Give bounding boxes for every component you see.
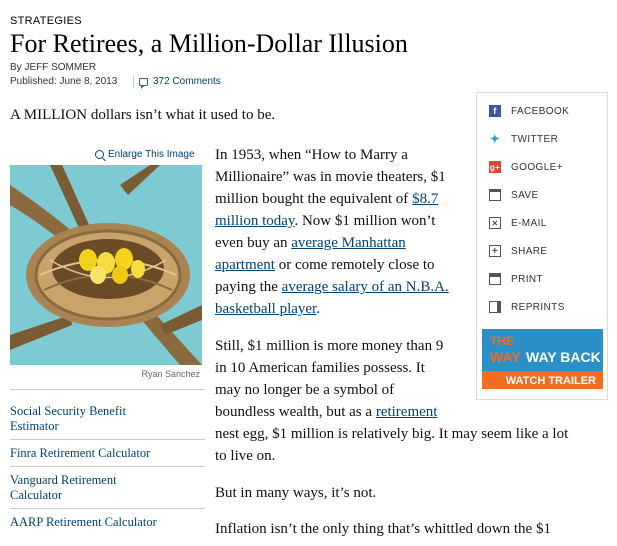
share-save[interactable]: SAVE xyxy=(489,189,539,201)
plus-box-icon: + xyxy=(489,245,501,257)
share-email[interactable]: ✕ E-MAIL xyxy=(489,217,547,229)
related-link-aarp[interactable]: AARP Retirement Calculator xyxy=(10,515,157,530)
body-line: may no longer be a symbol of xyxy=(215,382,395,398)
body-line: to live on. xyxy=(215,448,276,464)
body-text: even buy an xyxy=(215,235,292,251)
body-text: or come remotely close to xyxy=(274,257,435,273)
share-label[interactable]: SAVE xyxy=(511,190,539,201)
share-facebook[interactable]: f FACEBOOK xyxy=(489,105,569,117)
body-line: million bought the equivalent of $8.7 xyxy=(215,188,438,210)
article-photo-nest[interactable] xyxy=(10,165,202,365)
related-link-line[interactable]: Estimator xyxy=(10,419,126,434)
folder-icon xyxy=(489,189,501,201)
twitter-icon: ✦ xyxy=(489,132,501,146)
related-link-finra[interactable]: Finra Retirement Calculator xyxy=(10,446,150,461)
related-link-line[interactable]: Finra Retirement Calculator xyxy=(10,446,150,461)
share-label[interactable]: GOOGLE+ xyxy=(511,162,563,173)
magnifier-icon xyxy=(95,150,104,159)
divider xyxy=(133,76,134,88)
inflation-link[interactable]: $8.7 xyxy=(412,191,438,207)
comments-count[interactable]: 372 Comments xyxy=(153,76,221,87)
body-line: apartment or come remotely close to xyxy=(215,254,435,276)
ad-cta[interactable]: WATCH TRAILER xyxy=(506,375,596,387)
body-line: paying the average salary of an N.B.A. xyxy=(215,276,449,298)
enlarge-image-link[interactable]: Enlarge This Image xyxy=(95,149,195,160)
section-kicker[interactable]: STRATEGIES xyxy=(10,15,82,27)
retirement-link[interactable]: retirement xyxy=(376,404,438,420)
share-label[interactable]: PRINT xyxy=(511,274,543,285)
share-label[interactable]: E-MAIL xyxy=(511,218,547,229)
share-twitter[interactable]: ✦ TWITTER xyxy=(489,132,558,146)
body-text: . xyxy=(316,301,320,317)
related-link-line[interactable]: AARP Retirement Calculator xyxy=(10,515,157,530)
body-line: boundless wealth, but as a retirement xyxy=(215,401,437,423)
body-line: Still, $1 million is more money than 9 xyxy=(215,338,444,354)
enlarge-label[interactable]: Enlarge This Image xyxy=(108,149,195,160)
related-divider xyxy=(10,508,205,509)
printer-icon xyxy=(489,273,501,285)
body-line: nest egg, $1 million is relatively big. … xyxy=(215,426,569,442)
related-link-line[interactable]: Calculator xyxy=(10,488,117,503)
reprints-icon xyxy=(489,301,501,313)
body-text: . Now $1 million won’t xyxy=(294,213,436,229)
share-print[interactable]: PRINT xyxy=(489,273,543,285)
envelope-icon: ✕ xyxy=(489,217,501,229)
body-text: boundless wealth, but as a xyxy=(215,404,376,420)
body-line: basketball player. xyxy=(215,298,320,320)
share-reprints[interactable]: REPRINTS xyxy=(489,301,565,313)
inflation-link[interactable]: million today xyxy=(215,213,294,229)
share-label[interactable]: FACEBOOK xyxy=(511,106,569,117)
related-link-line[interactable]: Social Security Benefit xyxy=(10,404,126,419)
comment-icon xyxy=(139,77,148,89)
related-link-social-security[interactable]: Social Security Benefit Estimator xyxy=(10,404,126,434)
nba-salary-link[interactable]: average salary of an N.B.A. xyxy=(282,279,449,295)
body-line: Inflation isn’t the only thing that’s wh… xyxy=(215,521,551,537)
related-link-vanguard[interactable]: Vanguard Retirement Calculator xyxy=(10,473,117,503)
related-divider xyxy=(10,466,205,467)
share-google-plus[interactable]: g+ GOOGLE+ xyxy=(489,161,563,173)
byline[interactable]: By JEFF SOMMER xyxy=(10,62,96,73)
movie-trailer-ad[interactable]: THE WAY WAY BACK WATCH TRAILER xyxy=(482,329,603,389)
ad-line-the: THE xyxy=(490,334,514,348)
headline: For Retirees, a Million-Dollar Illusion xyxy=(10,29,408,58)
share-label[interactable]: SHARE xyxy=(511,246,547,257)
manhattan-apartment-link[interactable]: average Manhattan xyxy=(291,235,406,251)
body-text: million bought the equivalent of xyxy=(215,191,413,207)
lead-paragraph: A MILLION dollars isn’t what it used to … xyxy=(10,107,276,123)
related-link-line[interactable]: Vanguard Retirement xyxy=(10,473,117,488)
google-plus-icon: g+ xyxy=(489,161,501,173)
body-line: million today. Now $1 million won’t xyxy=(215,210,435,232)
share-share[interactable]: + SHARE xyxy=(489,245,547,257)
photo-credit: Ryan Sanchez xyxy=(141,369,200,379)
body-line: But in many ways, it’s not. xyxy=(215,485,377,501)
body-line: Millionaire” was in movie theaters, $1 xyxy=(215,169,446,185)
manhattan-apartment-link[interactable]: apartment xyxy=(215,257,275,273)
body-line: In 1953, when “How to Marry a xyxy=(215,147,408,163)
body-line: in 10 American families possess. It xyxy=(215,360,425,376)
body-line: even buy an average Manhattan xyxy=(215,232,406,254)
publish-date: Published: June 8, 2013 xyxy=(10,76,118,87)
share-label[interactable]: REPRINTS xyxy=(511,302,565,313)
comments-link[interactable]: 372 Comments xyxy=(139,76,221,89)
ad-line-way: WAY xyxy=(490,349,521,365)
nba-salary-link[interactable]: basketball player xyxy=(215,301,316,317)
ad-line-way-back: WAY BACK xyxy=(526,349,601,365)
related-divider xyxy=(10,439,205,440)
related-divider xyxy=(10,389,205,390)
body-text: paying the xyxy=(215,279,282,295)
share-label[interactable]: TWITTER xyxy=(511,134,558,145)
facebook-icon: f xyxy=(489,105,501,117)
